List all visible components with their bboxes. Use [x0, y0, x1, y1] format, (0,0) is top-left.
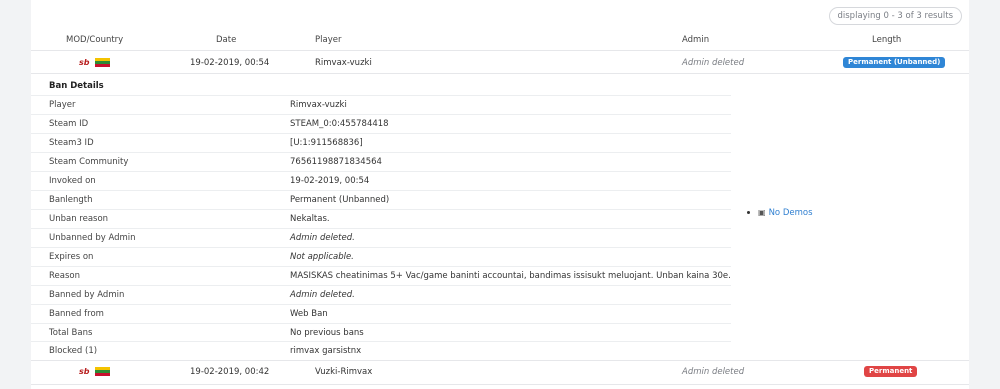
detail-label: Invoked on: [49, 176, 96, 186]
column-header-admin[interactable]: Admin: [682, 35, 709, 45]
lithuania-flag-icon: [95, 58, 110, 67]
detail-label: Player: [49, 100, 76, 110]
demos-item[interactable]: ▣ No Demos: [747, 208, 813, 218]
column-header-length[interactable]: Length: [872, 35, 901, 45]
detail-label: Steam3 ID: [49, 138, 94, 148]
header-divider: [31, 50, 969, 51]
row-divider: [31, 360, 969, 361]
row-divider: [31, 384, 969, 385]
detail-value: Admin deleted.: [290, 233, 355, 243]
detail-row-unban-reason: Unban reason Nekaltas.: [31, 209, 731, 228]
detail-value: Rimvax-vuzki: [290, 100, 347, 110]
ban-date: 19-02-2019, 00:54: [190, 58, 270, 68]
bans-panel: displaying 0 - 3 of 3 results MOD/Countr…: [31, 0, 969, 389]
detail-value: MASISKAS cheatinimas 5+ Vac/game baninti…: [290, 271, 731, 281]
detail-label: Unban reason: [49, 214, 109, 224]
player-name: Vuzki-Rimvax: [315, 367, 373, 377]
steam3-id-link[interactable]: [U:1:911568836]: [290, 138, 363, 148]
row-divider: [31, 73, 969, 74]
ban-details-title: Ban Details: [49, 81, 104, 91]
column-header-player[interactable]: Player: [315, 35, 341, 45]
detail-label: Blocked (1): [49, 346, 98, 356]
detail-value: Admin deleted.: [290, 290, 355, 300]
detail-row-player: Player Rimvax-vuzki: [31, 95, 731, 114]
detail-label: Total Bans: [49, 328, 93, 338]
detail-label: Banlength: [49, 195, 93, 205]
detail-value: No previous bans: [290, 328, 364, 338]
column-header-mod-country[interactable]: MOD/Country: [66, 35, 123, 45]
detail-value: rimvax garsistnx: [290, 346, 362, 356]
detail-row-expires-on: Expires on Not applicable.: [31, 247, 731, 266]
demo-icon: ▣: [758, 208, 766, 217]
lithuania-flag-icon: [95, 367, 110, 376]
length-badge: Permanent: [864, 366, 918, 377]
bullet-icon: [747, 211, 750, 214]
detail-row-banned-by-admin: Banned by Admin Admin deleted.: [31, 285, 731, 304]
detail-row-steam3-id: Steam3 ID [U:1:911568836]: [31, 133, 731, 152]
length-badge: Permanent (Unbanned): [843, 57, 946, 68]
detail-label: Unbanned by Admin: [49, 233, 136, 243]
detail-label: Banned by Admin: [49, 290, 125, 300]
detail-row-invoked-on: Invoked on 19-02-2019, 00:54: [31, 171, 731, 190]
sourcebans-mod-icon: sb: [79, 58, 90, 67]
sourcebans-mod-icon: sb: [79, 367, 90, 376]
detail-row-unbanned-by-admin: Unbanned by Admin Admin deleted.: [31, 228, 731, 247]
detail-row-total-bans: Total Bans No previous bans: [31, 323, 731, 342]
detail-row-reason: Reason MASISKAS cheatinimas 5+ Vac/game …: [31, 266, 731, 285]
detail-value: Web Ban: [290, 309, 328, 319]
detail-value: Not applicable.: [290, 252, 354, 262]
detail-value: 19-02-2019, 00:54: [290, 176, 370, 186]
detail-label: Reason: [49, 271, 80, 281]
detail-label: Banned from: [49, 309, 104, 319]
no-demos-link[interactable]: No Demos: [769, 208, 813, 218]
column-header-date[interactable]: Date: [216, 35, 236, 45]
admin-name: Admin deleted: [682, 367, 745, 377]
detail-value: Permanent (Unbanned): [290, 195, 390, 205]
admin-name: Admin deleted: [682, 58, 745, 68]
detail-row-banlength: Banlength Permanent (Unbanned): [31, 190, 731, 209]
detail-value: STEAM_0:0:455784418: [290, 119, 389, 129]
detail-row-steam-id: Steam ID STEAM_0:0:455784418: [31, 114, 731, 133]
player-name: Rimvax-vuzki: [315, 58, 372, 68]
detail-value: Nekaltas.: [290, 214, 330, 224]
ban-date: 19-02-2019, 00:42: [190, 367, 270, 377]
detail-label: Steam Community: [49, 157, 129, 167]
detail-row-banned-from: Banned from Web Ban: [31, 304, 731, 323]
results-count-badge: displaying 0 - 3 of 3 results: [828, 7, 962, 25]
detail-label: Steam ID: [49, 119, 89, 129]
steam-community-link[interactable]: 76561198871834564: [290, 157, 382, 167]
detail-row-blocked: Blocked (1) rimvax garsistnx: [31, 341, 731, 360]
detail-row-steam-community: Steam Community 76561198871834564: [31, 152, 731, 171]
detail-label: Expires on: [49, 252, 94, 262]
